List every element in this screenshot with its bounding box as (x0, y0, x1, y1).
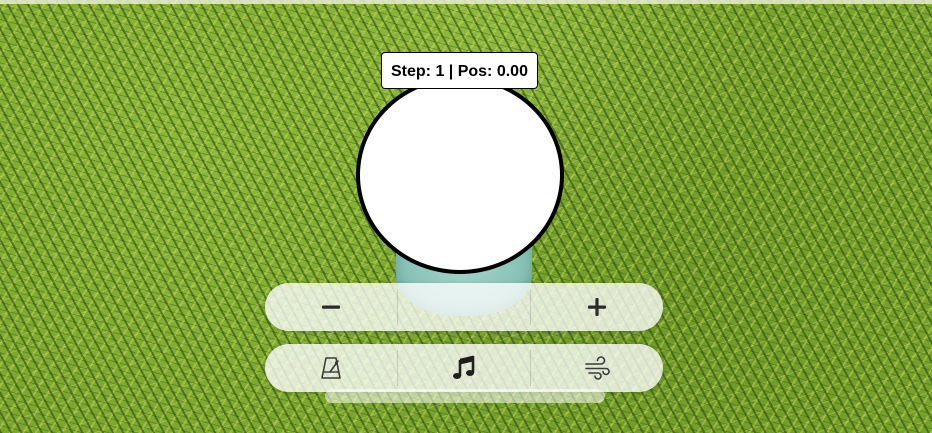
bottom-drag-handle[interactable] (325, 389, 605, 403)
step-position-readout: Step: 1 | Pos: 0.00 (381, 52, 538, 89)
wind-button[interactable] (531, 344, 663, 392)
golf-ball[interactable] (356, 76, 564, 274)
music-button[interactable] (398, 344, 530, 392)
grass-background: Step: 1 | Pos: 0.00 (0, 0, 932, 433)
wind-icon (583, 355, 611, 381)
music-note-icon (451, 355, 477, 381)
center-slot (398, 283, 530, 331)
plus-icon (586, 296, 608, 318)
minus-icon (320, 296, 342, 318)
decrease-button[interactable] (265, 283, 397, 331)
audio-control-bar (265, 344, 663, 392)
adjust-control-bar (265, 283, 663, 331)
top-edge-strip (0, 0, 932, 4)
metronome-icon (319, 355, 343, 381)
increase-button[interactable] (531, 283, 663, 331)
metronome-button[interactable] (265, 344, 397, 392)
